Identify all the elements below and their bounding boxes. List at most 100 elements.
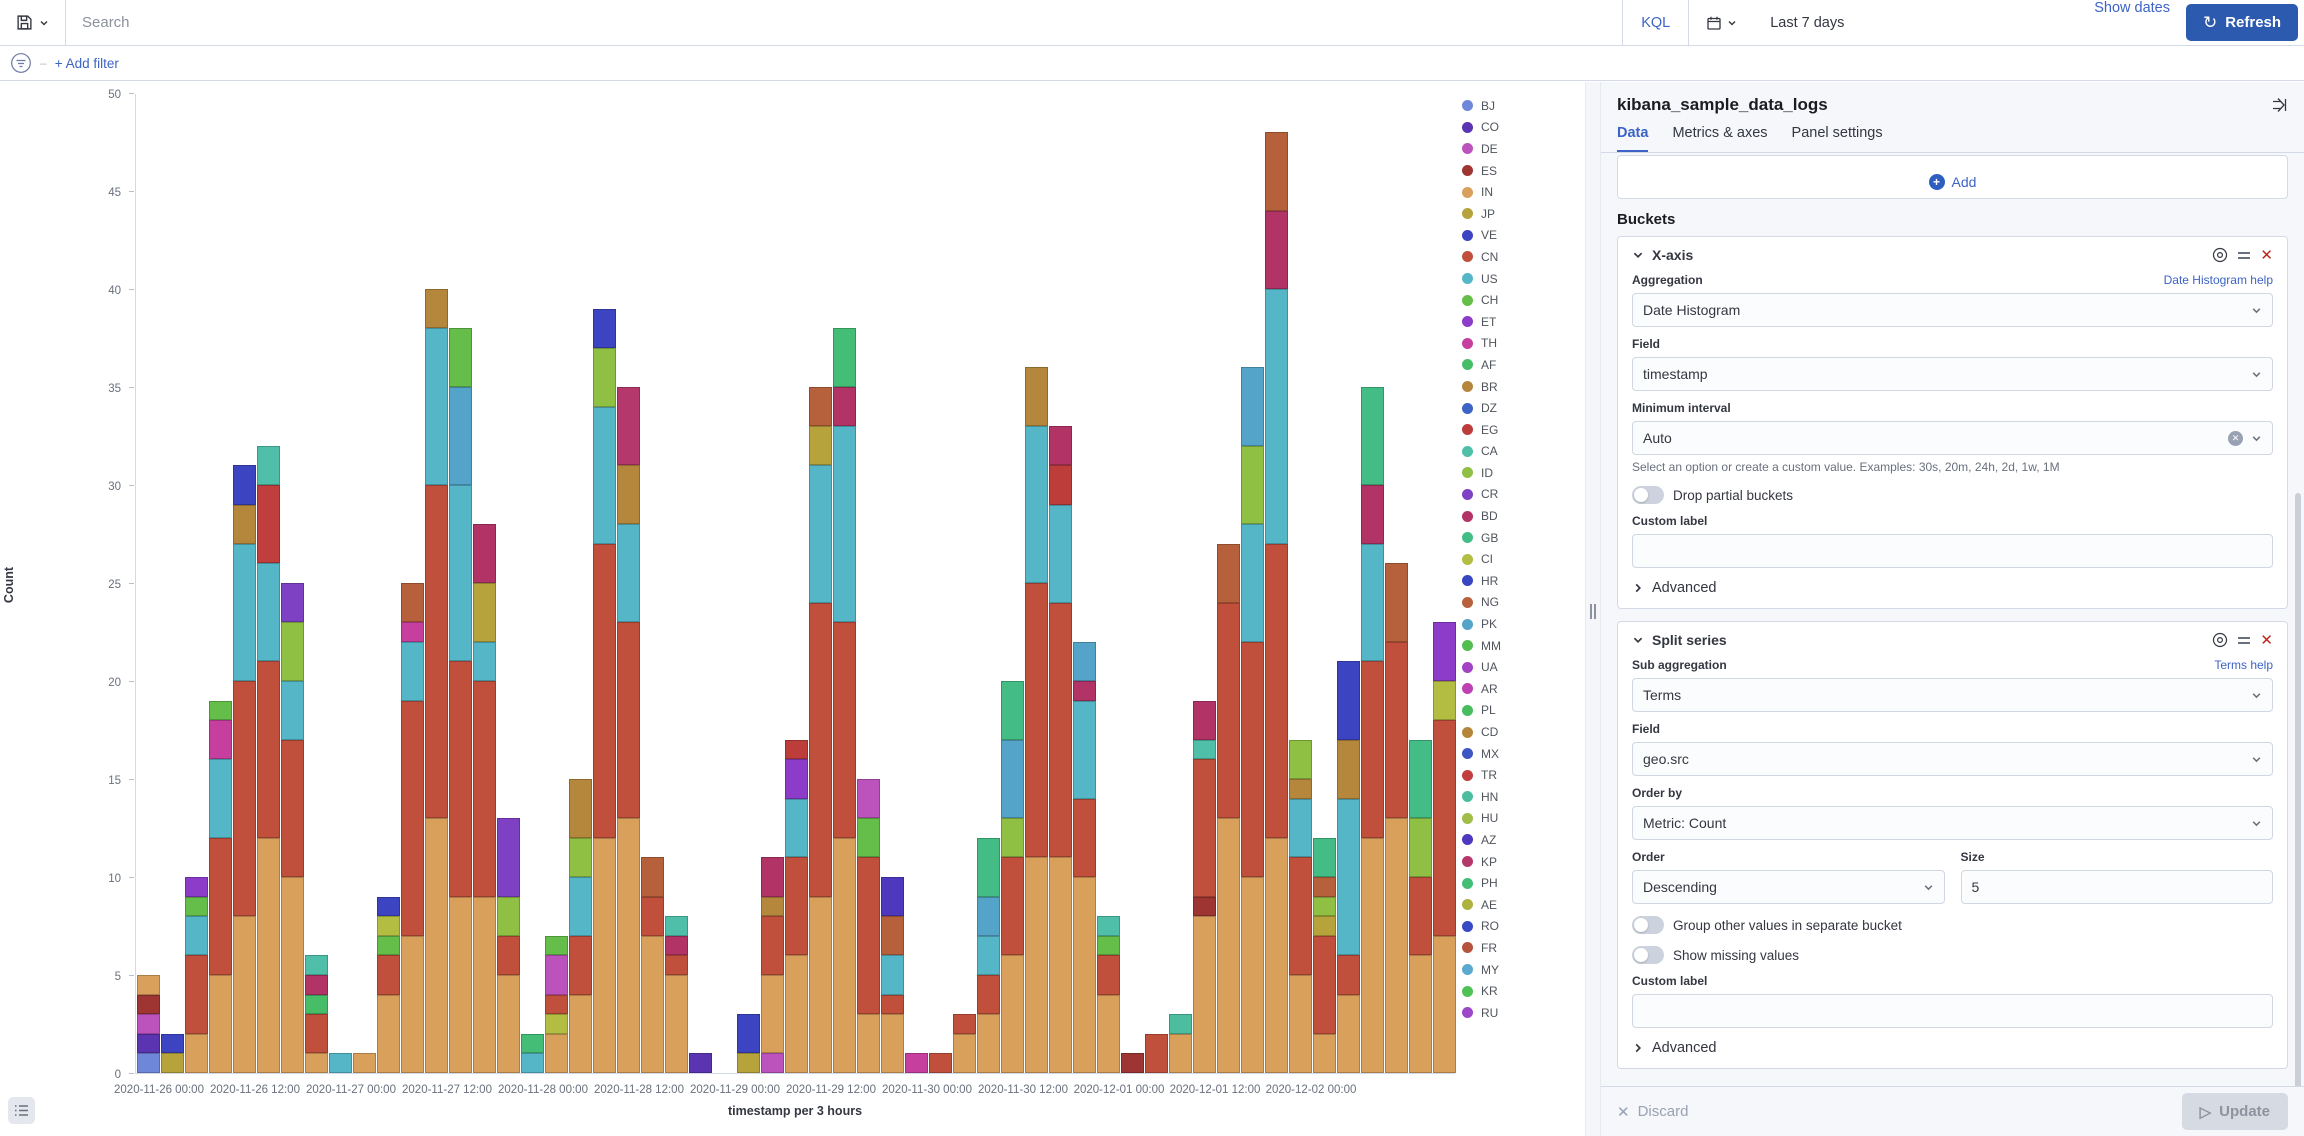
stacked-bar[interactable] — [809, 387, 832, 1073]
stacked-bar[interactable] — [689, 1053, 712, 1073]
legend-item-EG[interactable]: EG — [1462, 419, 1501, 441]
remove-x-axis-icon[interactable]: ✕ — [2260, 248, 2273, 263]
stacked-bar[interactable] — [1337, 661, 1360, 1073]
tab-metrics-axes[interactable]: Metrics & axes — [1672, 125, 1767, 152]
stacked-bar[interactable] — [1049, 426, 1072, 1073]
bar-segment-IN[interactable] — [857, 1014, 880, 1073]
bar-segment-CN[interactable] — [281, 740, 304, 877]
stacked-bar[interactable] — [617, 387, 640, 1073]
custom-label-input[interactable] — [1643, 1003, 2262, 1019]
bar-segment-IN[interactable] — [1409, 955, 1432, 1073]
bar-segment-CI[interactable] — [545, 1014, 568, 1034]
bar-segment-US[interactable] — [1265, 289, 1288, 544]
bar-segment-ET[interactable] — [1433, 622, 1456, 681]
bar-segment-CH[interactable] — [1097, 936, 1120, 956]
bar-segment-NG[interactable] — [809, 387, 832, 426]
stacked-bar[interactable] — [329, 1053, 352, 1073]
bar-segment-VE[interactable] — [593, 309, 616, 348]
bar-segment-CA[interactable] — [1097, 916, 1120, 936]
bar-segment-EG[interactable] — [1049, 465, 1072, 504]
sub-aggregation-select[interactable]: Terms — [1632, 678, 2273, 712]
stacked-bar[interactable] — [185, 877, 208, 1073]
chevron-down-icon[interactable] — [1632, 249, 1644, 261]
bar-segment-IN[interactable] — [449, 897, 472, 1073]
bar-segment-US[interactable] — [785, 799, 808, 858]
bar-segment-VE[interactable] — [377, 897, 400, 917]
stacked-bar[interactable] — [905, 1053, 928, 1073]
bar-segment-BD[interactable] — [1361, 485, 1384, 544]
time-range-value[interactable]: Last 7 days — [1754, 0, 2094, 45]
stacked-bar[interactable] — [833, 328, 856, 1073]
bar-segment-CN[interactable] — [545, 995, 568, 1015]
bar-segment-IN[interactable] — [1433, 936, 1456, 1073]
legend-item-CO[interactable]: CO — [1462, 117, 1501, 139]
bar-segment-CN[interactable] — [857, 857, 880, 1014]
legend-item-ET[interactable]: ET — [1462, 311, 1501, 333]
bar-segment-DE[interactable] — [545, 955, 568, 994]
stacked-bar[interactable] — [1361, 387, 1384, 1073]
bar-segment-IN[interactable] — [761, 975, 784, 1053]
legend-item-ES[interactable]: ES — [1462, 160, 1501, 182]
bar-segment-IN[interactable] — [497, 975, 520, 1073]
bar-segment-IN[interactable] — [1097, 995, 1120, 1073]
bar-segment-IN[interactable] — [833, 838, 856, 1073]
legend-item-RO[interactable]: RO — [1462, 916, 1501, 938]
legend-item-TR[interactable]: TR — [1462, 764, 1501, 786]
bar-segment-ES[interactable] — [1121, 1053, 1144, 1073]
bar-segment-PK[interactable] — [1073, 642, 1096, 681]
date-picker-button[interactable] — [1688, 0, 1754, 45]
bar-segment-DE[interactable] — [857, 779, 880, 818]
bar-segment-IN[interactable] — [809, 897, 832, 1073]
legend-item-CI[interactable]: CI — [1462, 548, 1501, 570]
bar-segment-GB[interactable] — [1409, 740, 1432, 818]
stacked-bar[interactable] — [1073, 642, 1096, 1073]
bar-segment-CN[interactable] — [1145, 1034, 1168, 1073]
bar-segment-IN[interactable] — [377, 995, 400, 1073]
bar-segment-CA[interactable] — [1193, 740, 1216, 760]
legend-item-RU[interactable]: RU — [1462, 1002, 1501, 1024]
bar-segment-IN[interactable] — [977, 1014, 1000, 1073]
legend-item-UA[interactable]: UA — [1462, 656, 1501, 678]
bar-segment-CN[interactable] — [1385, 642, 1408, 818]
bar-segment-US[interactable] — [449, 485, 472, 661]
bar-segment-IN[interactable] — [1265, 838, 1288, 1073]
bar-segment-JP[interactable] — [161, 1053, 184, 1073]
legend-item-NG[interactable]: NG — [1462, 592, 1501, 614]
bar-segment-BD[interactable] — [833, 387, 856, 426]
eye-icon[interactable] — [2212, 632, 2228, 648]
bar-segment-BR[interactable] — [233, 505, 256, 544]
bar-segment-JP[interactable] — [737, 1053, 760, 1073]
bar-segment-CH[interactable] — [377, 936, 400, 956]
show-dates-link[interactable]: Show dates — [2094, 0, 2170, 45]
bar-segment-CN[interactable] — [425, 485, 448, 818]
bar-segment-NG[interactable] — [881, 916, 904, 955]
bar-segment-IN[interactable] — [545, 1034, 568, 1073]
bar-segment-IN[interactable] — [593, 838, 616, 1073]
bar-segment-VE[interactable] — [1337, 661, 1360, 739]
bar-segment-ID[interactable] — [281, 622, 304, 681]
bar-segment-US[interactable] — [185, 916, 208, 955]
bar-segment-US[interactable] — [977, 936, 1000, 975]
legend-item-DZ[interactable]: DZ — [1462, 397, 1501, 419]
bar-segment-ID[interactable] — [1409, 818, 1432, 877]
bar-segment-IN[interactable] — [1001, 955, 1024, 1073]
stacked-bar[interactable] — [1193, 701, 1216, 1073]
bar-segment-CN[interactable] — [1193, 759, 1216, 896]
bar-segment-BR[interactable] — [617, 465, 640, 524]
bar-segment-US[interactable] — [1241, 524, 1264, 642]
panel-resize-divider[interactable] — [1585, 82, 1601, 1136]
bar-segment-PK[interactable] — [977, 897, 1000, 936]
stacked-bar[interactable] — [1433, 622, 1456, 1073]
bar-segment-CH[interactable] — [857, 818, 880, 857]
custom-label-input[interactable] — [1643, 543, 2262, 559]
bar-segment-JP[interactable] — [1313, 916, 1336, 936]
bar-segment-IN[interactable] — [1289, 975, 1312, 1073]
legend-item-US[interactable]: US — [1462, 268, 1501, 290]
bar-segment-CN[interactable] — [1265, 544, 1288, 838]
bar-segment-BD[interactable] — [665, 936, 688, 956]
bar-segment-CH[interactable] — [449, 328, 472, 387]
bar-segment-IN[interactable] — [137, 975, 160, 995]
legend-item-IN[interactable]: IN — [1462, 181, 1501, 203]
bar-segment-CN[interactable] — [953, 1014, 976, 1034]
bar-segment-CN[interactable] — [1337, 955, 1360, 994]
